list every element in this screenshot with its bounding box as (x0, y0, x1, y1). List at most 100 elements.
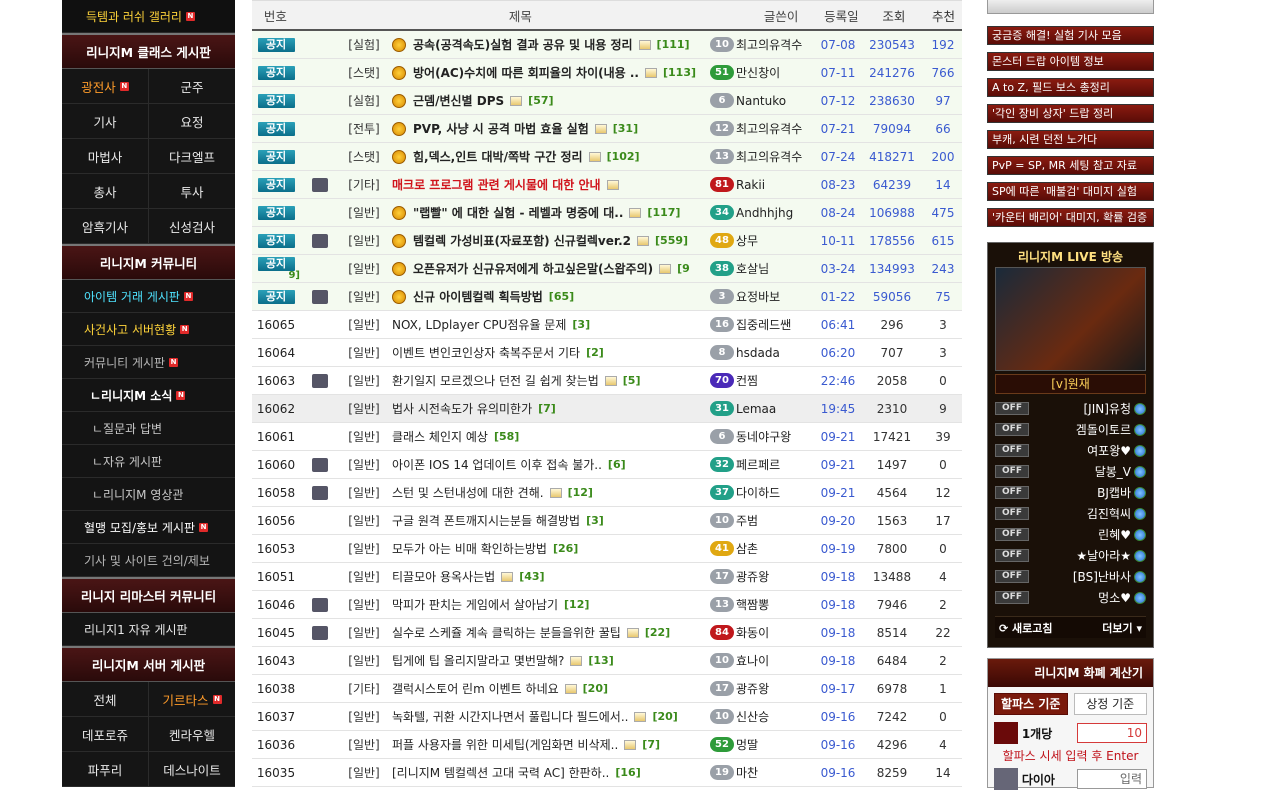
post-title-cell[interactable]: 이벤트 변인코인상자 축복주문서 기타 [2] (388, 344, 708, 361)
server-item[interactable]: 전체 (62, 682, 149, 717)
class-item[interactable]: 다크엘프 (149, 139, 235, 174)
notice-row[interactable]: 공지 [실험] 근뎀/변신별 DPS [57] 6 Nantuko 07-12 238630 9… (252, 87, 962, 115)
post-author[interactable]: 페르페르 (736, 456, 816, 473)
post-title-cell[interactable]: 템컬렉 가성비표(자료포함) 신규컬렉ver.2 [559] (388, 232, 708, 249)
sidebar-item-report[interactable]: 기사 및 사이트 건의/제보 (62, 544, 235, 577)
table-row[interactable]: 16065 [일반] NOX, LDplayer CPU점유율 문제 [3] 16 집중레… (252, 311, 962, 339)
comment-count[interactable]: [2] (586, 346, 604, 359)
notice-row[interactable]: 공지 [일반] 신규 아이템컬렉 획득방법 [65] 3 요정바보 01-22 59056 75 (252, 283, 962, 311)
post-title[interactable]: 퍼플 사용자를 위한 미세팁(게임화면 비삭제.. (392, 736, 618, 753)
notice-row[interactable]: 공지 [일반] 템컬렉 가성비표(자료포함) 신규컬렉ver.2 [559] 48 상무 1… (252, 227, 962, 255)
tip-link[interactable]: 부캐, 시련 던전 노가다 (987, 130, 1154, 149)
class-item[interactable]: 신성검사 (149, 209, 235, 244)
sidebar-item-qna[interactable]: ㄴ질문과 답변 (62, 412, 235, 445)
table-row[interactable]: 16036 [일반] 퍼플 사용자를 위한 미세팁(게임화면 비삭제.. [7] 52 멍… (252, 731, 962, 759)
post-title[interactable]: 환기일지 모르겠으나 던전 길 쉽게 찾는법 (392, 372, 599, 389)
post-title[interactable]: 구글 원격 폰트깨지시는분들 해결방법 (392, 512, 580, 529)
post-author[interactable]: 최고의유격수 (736, 148, 816, 165)
channel-item[interactable]: OFF [BS]난바사 (995, 566, 1146, 587)
channel-name[interactable]: 김진혁씨 (1029, 505, 1134, 522)
notice-row[interactable]: 공지 [스탯] 힘,덱스,인트 대박/쪽박 구간 정리 [102] 13 최고의유격수 07… (252, 143, 962, 171)
table-row[interactable]: 16045 [일반] 실수로 스케쥴 계속 클릭하는 분들을위한 꿀팁 [22] 84 화… (252, 619, 962, 647)
notice-row[interactable]: 공지 9] [일반] 오픈유저가 신규유저에게 하고싶은말(스왑주의) [9 38 호살님 0… (252, 255, 962, 283)
post-title-cell[interactable]: 팁게에 팁 올리지말라고 몇번말해? [13] (388, 652, 708, 669)
channel-item[interactable]: OFF 여포왕♥ (995, 440, 1146, 461)
table-row[interactable]: 16035 [일반] [리니지M 템컬렉션 고대 국력 AC] 한판하.. [16] 1… (252, 759, 962, 787)
channel-name[interactable]: [JIN]유청 (1029, 400, 1134, 417)
post-author[interactable]: 상무 (736, 232, 816, 249)
post-author[interactable]: 효나이 (736, 652, 816, 669)
table-row[interactable]: 16053 [일반] 모두가 아는 비매 확인하는방법 [26] 41 삼촌 09-19 78… (252, 535, 962, 563)
post-title-cell[interactable]: 공속(공격속도)실험 결과 공유 및 내용 정리 [111] (388, 36, 708, 53)
channel-name[interactable]: BJ캡바 (1029, 484, 1134, 501)
channel-name[interactable]: 겜돌이토르 (1029, 421, 1134, 438)
table-row[interactable]: 16062 [일반] 법사 시전속도가 유의미한가 [7] 31 Lemaa 19:45 23… (252, 395, 962, 423)
comment-count[interactable]: [12] (564, 598, 589, 611)
post-author[interactable]: 집중레드쌘 (736, 316, 816, 333)
channel-name[interactable]: 달봉_V (1029, 463, 1134, 480)
post-title-cell[interactable]: 오픈유저가 신규유저에게 하고싶은말(스왑주의) [9 (388, 260, 708, 277)
notice-row[interactable]: 공지 [일반] "랩빨" 에 대한 실험 - 레벨과 명중에 대.. [117] 34 A… (252, 199, 962, 227)
table-row[interactable]: 16046 [일반] 막피가 판치는 게임에서 살아남기 [12] 13 핵짬뽕 09-18… (252, 591, 962, 619)
post-author[interactable]: 다이하드 (736, 484, 816, 501)
class-item[interactable]: 군주 (149, 69, 235, 104)
tab-store[interactable]: 상정 기준 (1073, 693, 1147, 715)
sidebar-item-video[interactable]: ㄴ리니지M 영상관 (62, 478, 235, 511)
channel-name[interactable]: 멍소♥ (1029, 589, 1134, 606)
class-item[interactable]: 마법사 (62, 139, 149, 174)
post-title[interactable]: 티끌모아 용옥사는법 (392, 568, 495, 585)
post-title-cell[interactable]: PVP, 사냥 시 공격 마법 효율 실험 [31] (388, 120, 708, 137)
channel-item[interactable]: OFF BJ캡바 (995, 482, 1146, 503)
server-item[interactable]: 데스나이트 (149, 752, 235, 787)
sidebar-item-trade[interactable]: 아이템 거래 게시판 N (62, 280, 235, 313)
post-title-cell[interactable]: 실수로 스케쥴 계속 클릭하는 분들을위한 꿀팁 [22] (388, 624, 708, 641)
channel-item[interactable]: OFF 김진혁씨 (995, 503, 1146, 524)
more-button[interactable]: 더보기 ▾ (1102, 620, 1142, 636)
post-title-cell[interactable]: [리니지M 템컬렉션 고대 국력 AC] 한판하.. [16] (388, 764, 708, 781)
server-item[interactable]: 파푸리 (62, 752, 149, 787)
tip-link[interactable]: PvP = SP, MR 세팅 참고 자료 (987, 156, 1154, 175)
post-author[interactable]: Nantuko (736, 94, 816, 108)
sidebar-item-remaster-free[interactable]: 리니지1 자유 게시판 (62, 613, 235, 646)
comment-count[interactable]: [102] (607, 150, 640, 163)
table-row[interactable]: 16063 [일반] 환기일지 모르겠으나 던전 길 쉽게 찾는법 [5] 70 컨찜 22… (252, 367, 962, 395)
sidebar-item-community[interactable]: 커뮤니티 게시판 N (62, 346, 235, 379)
class-item[interactable]: 광전사 N (62, 69, 149, 104)
post-title[interactable]: 아이폰 IOS 14 업데이트 이후 접속 불가.. (392, 456, 602, 473)
post-title-cell[interactable]: 신규 아이템컬렉 획득방법 [65] (388, 288, 708, 305)
sidebar-item-incident[interactable]: 사건사고 서버현황 N (62, 313, 235, 346)
notice-row[interactable]: 공지 [전투] PVP, 사냥 시 공격 마법 효율 실험 [31] 12 최고의유격수 0… (252, 115, 962, 143)
comment-count[interactable]: [559] (655, 234, 688, 247)
post-title[interactable]: 신규 아이템컬렉 획득방법 (413, 288, 543, 305)
channel-item[interactable]: OFF 멍소♥ (995, 587, 1146, 608)
post-title[interactable]: 근뎀/변신별 DPS (413, 92, 504, 109)
channel-item[interactable]: OFF ★날아라★ (995, 545, 1146, 566)
class-board-header[interactable]: 리니지M 클래스 게시판 (62, 33, 235, 69)
post-author[interactable]: hsdada (736, 346, 816, 360)
post-title[interactable]: 갤럭시스토어 린m 이벤트 하네요 (392, 680, 559, 697)
table-row[interactable]: 16061 [일반] 클래스 체인지 예상 [58] 6 동네야구왕 09-21 17421 3… (252, 423, 962, 451)
comment-count[interactable]: [7] (642, 738, 660, 751)
comment-count[interactable]: [3] (586, 514, 604, 527)
comment-count[interactable]: [113] (663, 66, 696, 79)
post-author[interactable]: 마찬 (736, 764, 816, 781)
post-author[interactable]: Rakii (736, 178, 816, 192)
channel-item[interactable]: OFF 달봉_V (995, 461, 1146, 482)
post-title[interactable]: PVP, 사냥 시 공격 마법 효율 실험 (413, 120, 589, 137)
post-title[interactable]: 클래스 체인지 예상 (392, 428, 488, 445)
post-author[interactable]: 동네야구왕 (736, 428, 816, 445)
post-title-cell[interactable]: 법사 시전속도가 유의미한가 [7] (388, 400, 708, 417)
unit-price-input[interactable]: 10 (1077, 723, 1147, 743)
notice-row[interactable]: 공지 [실험] 공속(공격속도)실험 결과 공유 및 내용 정리 [111] 10 최고의… (252, 31, 962, 59)
server-item[interactable]: 데포로쥬 (62, 717, 149, 752)
post-author[interactable]: Lemaa (736, 402, 816, 416)
post-title[interactable]: "랩빨" 에 대한 실험 - 레벨과 명중에 대.. (413, 204, 623, 221)
post-author[interactable]: 화동이 (736, 624, 816, 641)
comment-count[interactable]: [111] (657, 38, 690, 51)
gallery-link-label[interactable]: 득템과 러쉬 갤러리 (86, 8, 182, 25)
post-title[interactable]: NOX, LDplayer CPU점유율 문제 (392, 316, 566, 333)
live-thumbnail[interactable] (995, 267, 1146, 371)
post-title-cell[interactable]: 힘,덱스,인트 대박/쪽박 구간 정리 [102] (388, 148, 708, 165)
comment-count[interactable]: [117] (647, 206, 680, 219)
remaster-header[interactable]: 리니지 리마스터 커뮤니티 (62, 577, 235, 613)
